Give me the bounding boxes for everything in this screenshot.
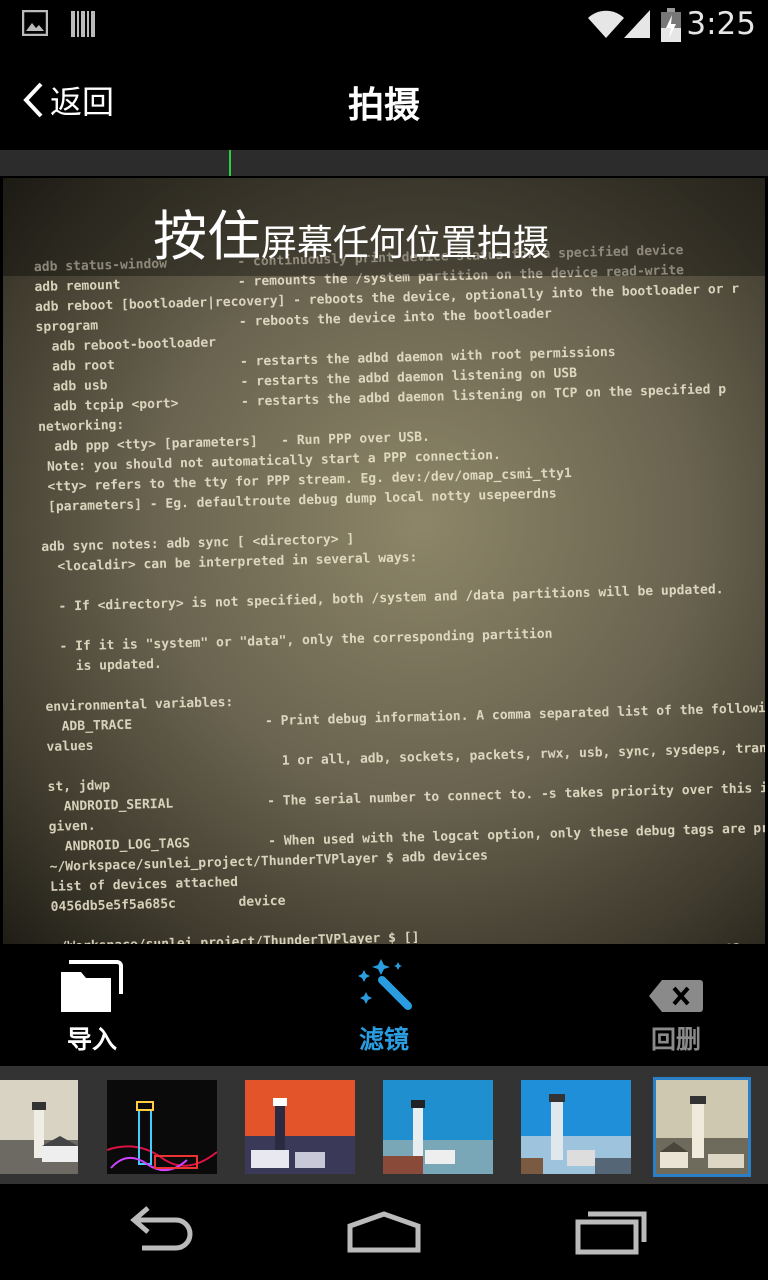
- barcode-notification-icon: [71, 11, 95, 37]
- recents-nav-icon[interactable]: [572, 1204, 648, 1256]
- recording-progress-bar: [0, 150, 768, 176]
- delete-label: 回删: [650, 1025, 701, 1054]
- home-nav-icon[interactable]: [344, 1204, 424, 1256]
- action-bar: 返回 拍摄: [0, 50, 768, 150]
- terminal-text: adb status-window - continuously print d…: [34, 238, 765, 944]
- filter-button[interactable]: 滤镜: [314, 944, 454, 1066]
- status-clock: 3:25: [686, 6, 756, 42]
- import-button[interactable]: 导入: [22, 944, 162, 1066]
- filter-thumb-original[interactable]: [0, 1080, 78, 1174]
- navigation-bar: [0, 1184, 768, 1280]
- filter-strip[interactable]: [0, 1066, 768, 1184]
- back-nav-icon[interactable]: [122, 1204, 196, 1256]
- filter-thumb-pixelate[interactable]: [521, 1080, 631, 1174]
- delete-button[interactable]: 回删: [606, 944, 746, 1066]
- lighthouse-orange-thumbnail: [245, 1080, 355, 1174]
- lighthouse-sepia-thumbnail: [656, 1080, 748, 1174]
- captured-monitor-image: adb status-window - continuously print d…: [3, 178, 765, 944]
- lighthouse-thumbnail: [0, 1080, 78, 1174]
- folder-import-icon: [61, 960, 123, 1012]
- toolbar: 导入 滤镜 回删: [0, 944, 768, 1066]
- filter-label: 滤镜: [358, 1025, 409, 1054]
- lighthouse-blue-thumbnail: [383, 1080, 493, 1174]
- page-title: 拍摄: [347, 85, 420, 126]
- status-bar: 3:25: [0, 0, 768, 50]
- filter-thumb-blue[interactable]: [383, 1080, 493, 1174]
- hint-overlay: 按住屏幕任何位置拍摄: [3, 178, 765, 276]
- filter-thumb-orange[interactable]: [245, 1080, 355, 1174]
- backspace-icon: [649, 980, 703, 1012]
- magic-wand-icon: [358, 959, 412, 1010]
- filter-thumb-neon[interactable]: [107, 1080, 217, 1174]
- wifi-icon: [588, 10, 624, 38]
- signal-icon: [624, 10, 650, 38]
- camera-preview[interactable]: adb status-window - continuously print d…: [3, 178, 765, 944]
- lighthouse-neon-thumbnail: [107, 1080, 217, 1174]
- capture-hint-text: 屏幕任何位置拍摄: [261, 223, 550, 264]
- capture-hint-emphasis: 按住: [153, 205, 261, 268]
- progress-marker: [229, 150, 231, 176]
- image-notification-icon: [22, 10, 48, 36]
- lighthouse-pixelated-thumbnail: [521, 1080, 631, 1174]
- import-label: 导入: [66, 1025, 117, 1054]
- capture-hint: 按住屏幕任何位置拍摄: [153, 192, 549, 271]
- filter-thumb-sepia[interactable]: [653, 1077, 751, 1177]
- battery-charging-icon: [661, 8, 681, 42]
